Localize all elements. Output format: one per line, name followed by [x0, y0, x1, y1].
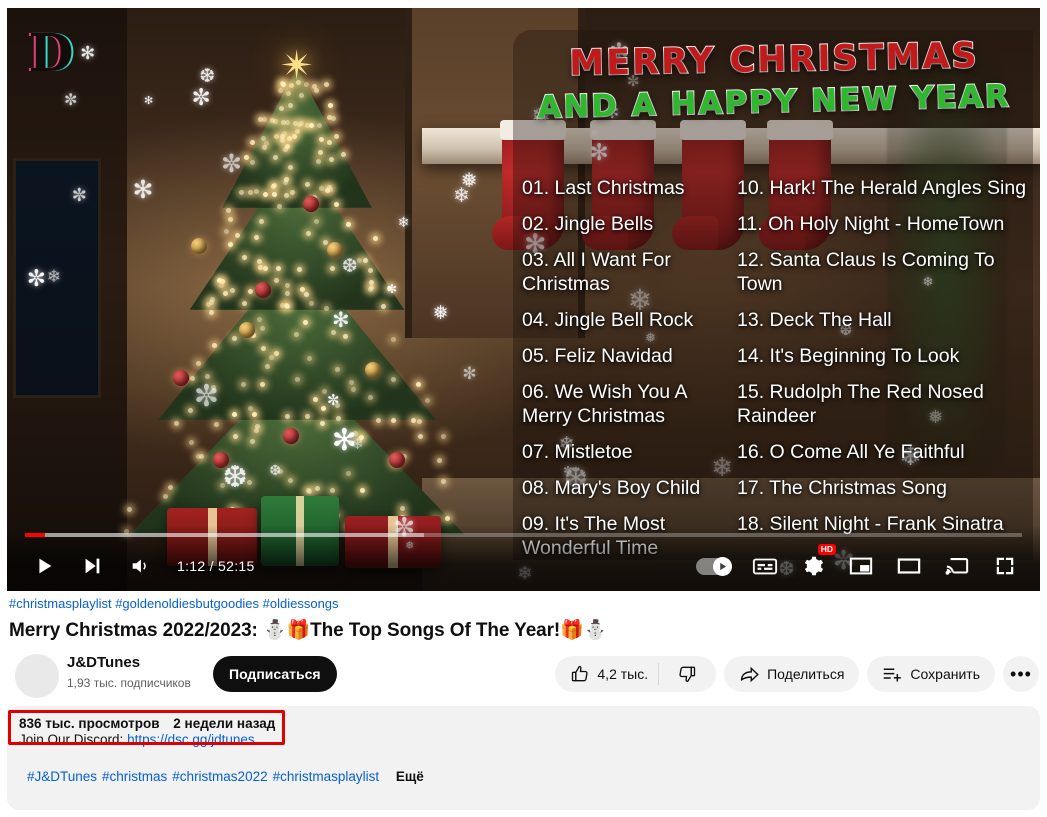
action-bar: 4,2 тыс. Поделиться Сохранить ••• — [555, 656, 1039, 692]
youtube-watch-page: ✴ ✼✻✻✼❄❄❄❄✼✻✼✻❆❅❄✼❆❅✼✻❆❆✼✻✻❄❄✼✻❆✼❅❆✼❅❆ — [0, 0, 1047, 817]
share-icon — [741, 666, 759, 682]
autoplay-toggle[interactable] — [696, 556, 732, 576]
description-hashtag[interactable]: #christmas2022 — [172, 769, 267, 784]
video-meta: #christmasplaylist #goldenoldiesbutgoodi… — [7, 596, 1040, 642]
title-text-part-1: Merry Christmas 2022/2023: — [9, 620, 258, 641]
subscribe-button[interactable]: Подписаться — [213, 656, 337, 692]
track-item: 12. Santa Claus Is Coming To Town — [737, 249, 995, 295]
miniplayer-button[interactable] — [846, 551, 876, 581]
description-box[interactable]: 836 тыс. просмотров 2 недели назад Join … — [7, 706, 1040, 810]
channel-name[interactable]: J&DTunes — [67, 654, 140, 671]
like-button[interactable]: 4,2 тыс. — [570, 664, 648, 684]
avatar[interactable] — [15, 654, 59, 698]
window — [13, 158, 101, 398]
save-button[interactable]: Сохранить — [867, 656, 995, 692]
snowman-emoji: ⛄ — [583, 619, 608, 641]
channel-watermark-logo: D — [28, 23, 74, 84]
settings-button[interactable]: HD — [798, 544, 836, 581]
video-frame: ✴ ✼✻✻✼❄❄❄❄✼✻✼✻❆❅❄✼❆❅✼✻❆❆✼✻✻❄❄✼✻❆✼❅❆✼❅❆ — [7, 8, 1040, 591]
progress-buffer — [25, 533, 424, 537]
divider — [658, 663, 660, 685]
volume-button[interactable] — [125, 551, 155, 581]
christmas-tree: ✴ — [124, 46, 467, 535]
like-dislike-group: 4,2 тыс. — [555, 656, 717, 692]
show-more-button[interactable]: Ещё — [396, 769, 424, 784]
dislike-button[interactable] — [669, 664, 710, 684]
track-item: 04. Jingle Bell Rock — [522, 309, 694, 331]
description-stats: 836 тыс. просмотров 2 недели назад — [19, 716, 1028, 731]
thumbs-down-icon — [679, 666, 696, 683]
subtitles-button[interactable] — [750, 551, 780, 581]
progress-played — [25, 533, 45, 537]
tree-lights — [124, 50, 467, 535]
cast-button[interactable] — [942, 551, 972, 581]
description-hashtags: #J&DTunes #christmas #christmas2022 #christ… — [19, 769, 1028, 784]
theater-button[interactable] — [894, 551, 924, 581]
view-count: 836 тыс. просмотров — [19, 716, 160, 731]
description-hashtag[interactable]: #christmas — [102, 769, 167, 784]
track-item: 14. It's Beginning To Look — [737, 345, 960, 367]
heading-line-1: MERRY CHRISTMAS — [568, 35, 980, 85]
player-controls-right: HD — [696, 544, 1020, 581]
track-column-left: 01. Last Christmas 02. Jingle Bells 03. Al… — [522, 176, 727, 572]
page-title: Merry Christmas 2022/2023: ⛄🎁The Top Son… — [7, 618, 1040, 642]
title-hashtags[interactable]: #christmasplaylist #goldenoldiesbutgoodi… — [7, 596, 1040, 612]
track-column-right: 10. Hark! The Herald Angles Sing 11. Oh H… — [737, 176, 1037, 572]
track-item: 06. We Wish You A Merry Christmas — [522, 381, 687, 427]
discord-text: Join Our Discord: — [19, 732, 124, 747]
save-label: Сохранить — [910, 666, 980, 682]
share-label: Поделиться — [767, 666, 845, 682]
share-button[interactable]: Поделиться — [724, 656, 860, 692]
description-discord-line: Join Our Discord: https://dsc.gg/jdtunes — [19, 732, 1028, 747]
next-button[interactable] — [77, 551, 107, 581]
track-item: 03. All I Want For Christmas — [522, 249, 671, 295]
gift-emoji: 🎁 — [560, 619, 584, 641]
heading-line-2: AND A HAPPY NEW YEAR — [536, 77, 1012, 127]
player-controls-left: 1:12 / 52:15 — [29, 551, 255, 581]
snowman-emoji: ⛄ — [262, 619, 287, 641]
track-item: 13. Deck The Hall — [737, 309, 892, 331]
save-to-playlist-icon — [884, 668, 902, 681]
thumbs-up-icon — [572, 665, 588, 682]
track-item: 05. Feliz Navidad — [522, 345, 673, 367]
track-item: 01. Last Christmas — [522, 177, 685, 199]
hd-quality-badge: HD — [817, 544, 836, 555]
progress-bar[interactable] — [25, 533, 1022, 537]
track-item: 17. The Christmas Song — [737, 477, 947, 499]
like-count: 4,2 тыс. — [597, 666, 649, 682]
autoplay-knob — [713, 556, 732, 576]
title-text-part-2: The Top Songs Of The Year! — [310, 620, 561, 641]
publish-date: 2 недели назад — [173, 716, 276, 731]
thumbnail-heading: MERRY CHRISTMAS AND A HAPPY NEW YEAR — [519, 35, 1029, 127]
track-item: 11. Oh Holy Night - HomeTown — [737, 213, 1005, 235]
track-item: 10. Hark! The Herald Angles Sing — [737, 177, 1027, 199]
track-item: 07. Mistletoe — [522, 441, 633, 463]
description-hashtag[interactable]: #christmasplaylist — [273, 769, 380, 784]
time-display: 1:12 / 52:15 — [177, 558, 255, 574]
player-controls[interactable]: 1:12 / 52:15 HD — [7, 525, 1040, 591]
track-item: 02. Jingle Bells — [522, 213, 654, 235]
discord-link[interactable]: https://dsc.gg/jdtunes — [127, 732, 255, 747]
track-item: 08. Mary's Boy Child — [522, 477, 701, 499]
more-actions-button[interactable]: ••• — [1003, 656, 1039, 692]
video-player[interactable]: ✴ ✼✻✻✼❄❄❄❄✼✻✼✻❆❅❄✼❆❅✼✻❆❆✼✻✻❄❄✼✻❆✼❅❆✼❅❆ — [7, 8, 1040, 591]
subscriber-count: 1,93 тыс. подписчиков — [67, 676, 191, 690]
gift-emoji: 🎁 — [286, 619, 311, 641]
fullscreen-button[interactable] — [990, 551, 1020, 581]
description-hashtag[interactable]: #J&DTunes — [27, 769, 97, 784]
track-item: 15. Rudolph The Red Nosed Raindeer — [737, 381, 984, 427]
track-list: 01. Last Christmas 02. Jingle Bells 03. Al… — [522, 176, 1040, 572]
track-item: 16. O Come All Ye Faithful — [737, 441, 965, 463]
play-button[interactable] — [29, 551, 59, 581]
